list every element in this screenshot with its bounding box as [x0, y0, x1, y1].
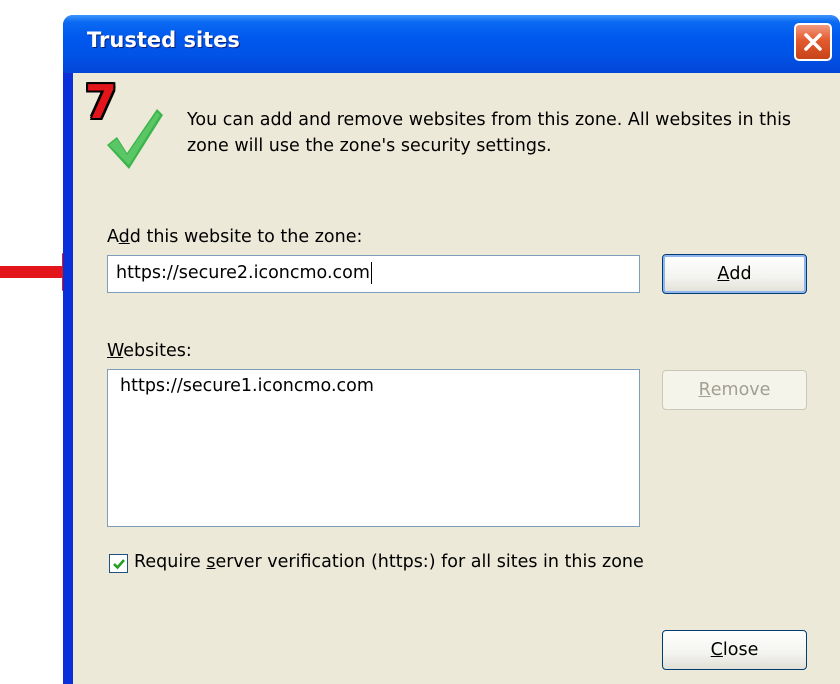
websites-label: Websites: — [107, 341, 192, 361]
require-https-checkbox[interactable] — [109, 554, 128, 573]
dialog-body: 7 You can add and remove websites from t… — [73, 73, 840, 684]
checkmark-icon — [107, 109, 163, 169]
list-item[interactable]: https://secure1.iconcmo.com — [108, 370, 639, 402]
require-https-label[interactable]: Require server verification (https:) for… — [134, 552, 644, 572]
info-text: You can add and remove websites from thi… — [187, 110, 792, 156]
close-button[interactable]: Close — [662, 630, 807, 670]
add-website-label: Add this website to the zone: — [107, 227, 363, 247]
add-button[interactable]: Add — [662, 254, 807, 294]
websites-list[interactable]: https://secure1.iconcmo.com — [107, 369, 640, 527]
website-input[interactable]: https://secure2.iconcmo.com — [107, 255, 640, 293]
checkbox-check-icon — [112, 558, 125, 569]
text-caret — [370, 262, 372, 284]
dialog-title: Trusted sites — [87, 28, 240, 52]
close-icon[interactable] — [794, 23, 832, 61]
trusted-sites-dialog: Trusted sites 7 You can add and remove w… — [63, 15, 840, 684]
title-bar: Trusted sites — [63, 15, 840, 73]
remove-button[interactable]: Remove — [662, 370, 807, 410]
